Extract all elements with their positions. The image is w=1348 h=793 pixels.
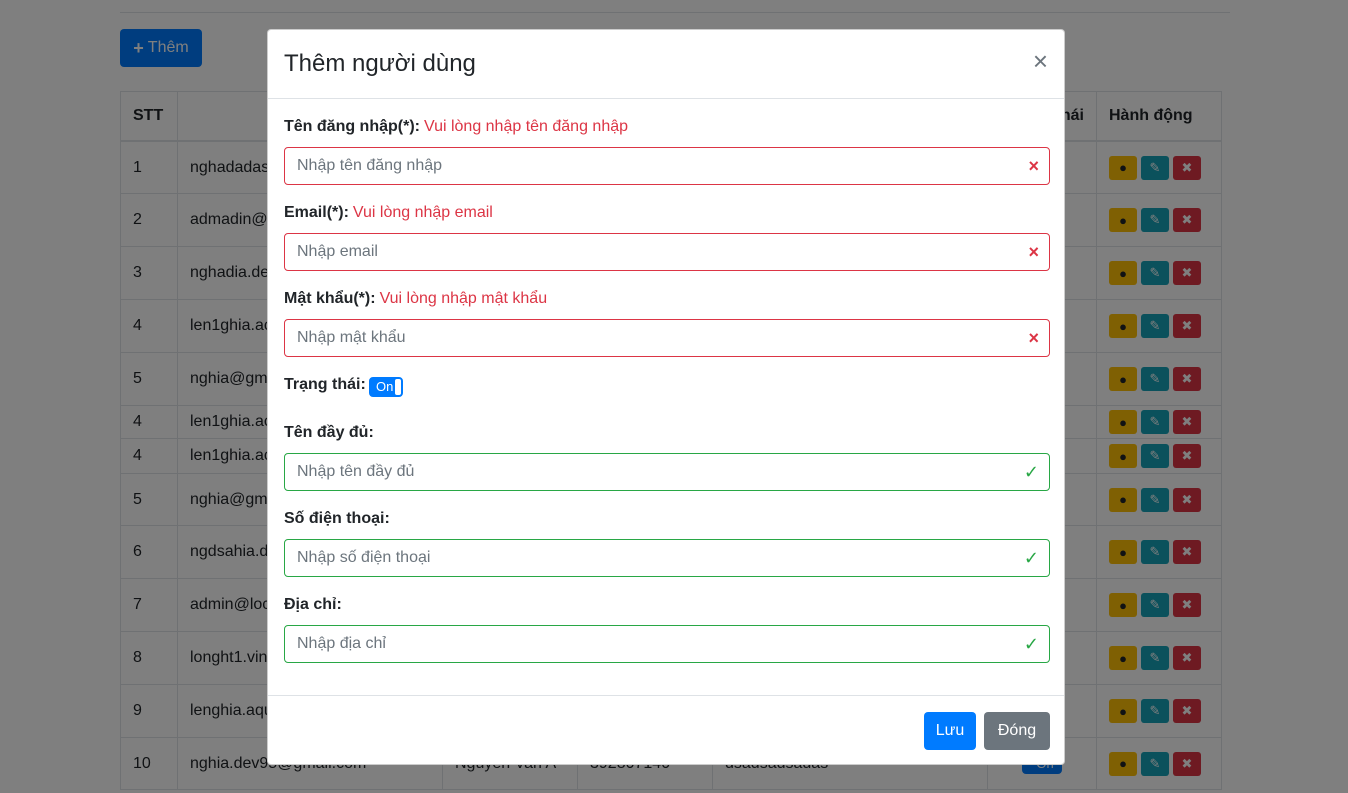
status-toggle[interactable]: On (369, 377, 403, 397)
valid-check-icon: ✓ (1023, 462, 1039, 482)
save-button[interactable]: Lưu (924, 712, 976, 750)
password-error: Vui lòng nhập mật khẩu (379, 290, 548, 307)
password-label: Mật khẩu(*): Vui lòng nhập mật khẩu (284, 290, 547, 308)
username-field: × (284, 147, 1050, 185)
password-label-text: Mật khẩu(*): (284, 290, 376, 307)
close-button[interactable]: Đóng (984, 712, 1050, 750)
status-toggle-label: On (376, 379, 394, 394)
invalid-icon: × (1028, 328, 1039, 348)
username-input[interactable] (285, 148, 1005, 184)
email-error: Vui lòng nhập email (352, 204, 493, 221)
fullname-label: Tên đầy đủ: (284, 424, 374, 441)
modal-header: Thêm người dùng × (268, 30, 1064, 99)
username-label-text: Tên đăng nhập(*): (284, 118, 420, 135)
username-label: Tên đăng nhập(*): Vui lòng nhập tên đăng … (284, 118, 628, 136)
email-label: Email(*): Vui lòng nhập email (284, 204, 493, 222)
address-input[interactable] (285, 626, 1005, 662)
phone-label: Số điện thoại: (284, 510, 390, 527)
fullname-input[interactable] (285, 454, 1005, 490)
password-field: × (284, 319, 1050, 357)
email-label-text: Email(*): (284, 204, 349, 221)
invalid-icon: × (1028, 156, 1039, 176)
phone-input[interactable] (285, 540, 1005, 576)
email-field: × (284, 233, 1050, 271)
toggle-knob (395, 379, 401, 395)
add-user-modal: Thêm người dùng × Tên đăng nhập(*): Vui l… (267, 29, 1065, 765)
invalid-icon: × (1028, 242, 1039, 262)
fullname-field: ✓ (284, 453, 1050, 491)
password-input[interactable] (285, 320, 1005, 356)
username-error: Vui lòng nhập tên đăng nhập (423, 118, 629, 135)
modal-footer: Lưu Đóng (268, 695, 1064, 766)
phone-field: ✓ (284, 539, 1050, 577)
email-input[interactable] (285, 234, 1005, 270)
address-label: Địa chỉ: (284, 596, 342, 613)
close-icon[interactable]: × (1033, 48, 1048, 74)
address-field: ✓ (284, 625, 1050, 663)
valid-check-icon: ✓ (1023, 634, 1039, 654)
valid-check-icon: ✓ (1023, 548, 1039, 568)
modal-title: Thêm người dùng (284, 50, 476, 77)
status-label: Trạng thái: (284, 376, 366, 393)
